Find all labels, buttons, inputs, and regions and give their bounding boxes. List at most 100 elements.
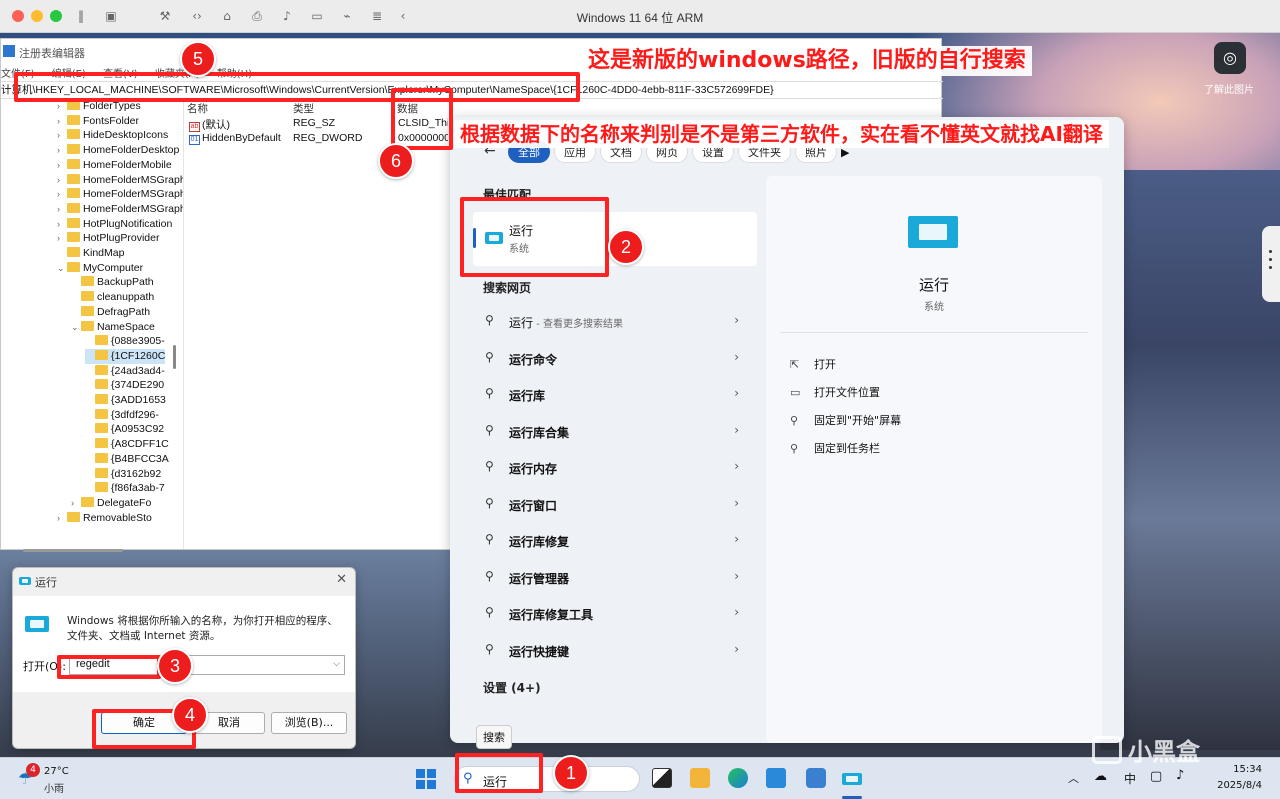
tree-node[interactable]: › HotPlugNotification [57,217,172,232]
chevron-right-icon[interactable]: › [71,496,81,511]
tree-scrollbar[interactable] [173,345,176,369]
tree-node[interactable]: {A0953C92 [85,422,164,437]
chevron-right-icon[interactable]: › [734,605,739,619]
chevron-right-icon[interactable]: › [734,569,739,583]
web-search-item[interactable]: ⚲ 运行 - 查看更多搜索结果 › [473,307,757,337]
web-search-item[interactable]: ⚲ 运行库合集 › [473,417,757,447]
chevron-down-icon[interactable]: ⌄ [57,261,67,276]
chevron-right-icon[interactable]: › [734,386,739,400]
web-search-text: 运行命令 [509,351,557,368]
web-search-item[interactable]: ⚲ 运行内存 › [473,453,757,483]
chevron-right-icon[interactable]: › [57,511,67,526]
web-search-item[interactable]: ⚲ 运行窗口 › [473,490,757,520]
side-handle[interactable] [1262,226,1280,302]
web-search-item[interactable]: ⚲ 运行管理器 › [473,563,757,593]
chevron-right-icon[interactable]: › [57,231,67,246]
meet-icon[interactable]: ▢ [1150,769,1162,784]
weather-temp[interactable]: 27°C [44,766,69,777]
tree-node[interactable]: BackupPath [71,275,154,290]
tree-node[interactable]: {1CF1260C [85,348,166,364]
tree-node-label: HomeFolderMobile [83,158,172,171]
folder-icon [95,438,108,449]
web-search-item[interactable]: ⚲ 运行库修复 › [473,526,757,556]
tree-node[interactable]: › HomeFolderMSGraphShared [57,202,183,217]
action-open-location[interactable]: ▭ 打开文件位置 [790,384,880,400]
tree-node[interactable]: {f86fa3ab-7 [85,481,165,496]
tree-node[interactable]: {A8CDFF1C [85,437,169,452]
task-view-icon[interactable] [652,768,672,788]
tree-node[interactable]: cleanuppath [71,290,154,305]
watermark-logo-icon [1092,736,1122,764]
tree-horizontal-scrollbar[interactable] [23,549,123,552]
chevron-right-icon[interactable]: › [57,114,67,129]
copilot-icon[interactable] [806,768,826,788]
tree-node[interactable]: › HomeFolderMSGraph [57,173,183,188]
weather-condition[interactable]: 小雨 [44,780,64,795]
registry-tree[interactable]: › FolderTypes › FontsFolder › HideDesktopIcon… [1,99,184,549]
chevron-right-icon[interactable]: › [57,173,67,188]
tree-node[interactable]: ⌄ NameSpace [71,320,155,335]
chevron-right-icon[interactable]: › [734,496,739,510]
clock-time[interactable]: 15:34 [1206,764,1262,775]
chevron-right-icon[interactable]: › [57,202,67,217]
tree-node[interactable]: › FontsFolder [57,114,139,129]
tree-node[interactable]: › RemovableSto [57,511,152,526]
chevron-right-icon[interactable]: › [57,187,67,202]
web-search-item[interactable]: ⚲ 运行快捷键 › [473,636,757,666]
tree-node[interactable]: › HomeFolderMobile [57,158,172,173]
tree-node-label: {d3162b92 [111,467,162,480]
network-icon[interactable]: ☁ [1094,769,1107,784]
tree-node[interactable]: {088e3905- [85,334,165,349]
run-taskbar-icon[interactable] [842,773,862,785]
chevron-down-icon[interactable]: ⌵ [333,658,340,669]
store-icon[interactable] [766,768,786,788]
tray-chevron-up-icon[interactable]: ︿ [1068,770,1079,786]
start-icon[interactable] [416,769,436,789]
tree-node[interactable]: KindMap [57,246,124,261]
clock-date[interactable]: 2025/8/4 [1196,780,1262,791]
tree-node[interactable]: {24ad3ad4- [85,364,165,379]
chevron-right-icon[interactable]: › [57,143,67,158]
vm-title: Windows 11 64 位 ARM [576,11,704,25]
query-text: 运行内存 [509,462,558,476]
browse-button[interactable]: 浏览(B)... [271,712,347,734]
chevron-right-icon[interactable]: › [734,642,739,656]
chevron-right-icon[interactable]: › [57,158,67,173]
action-pin-taskbar[interactable]: ⚲ 固定到任务栏 [790,440,880,456]
ime-indicator[interactable]: 中 [1124,770,1136,787]
action-pin-start[interactable]: ⚲ 固定到"开始"屏幕 [790,412,901,428]
chevron-right-icon[interactable]: › [734,313,739,327]
tree-node[interactable]: › HomeFolderDesktop [57,143,179,158]
tree-node[interactable]: ⌄ MyComputer [57,261,143,276]
chevron-right-icon[interactable]: › [57,217,67,232]
close-icon[interactable]: ✕ [336,572,347,587]
chevron-right-icon[interactable]: › [734,350,739,364]
tree-node[interactable]: › HotPlugProvider [57,231,159,246]
tree-node[interactable]: {3ADD1653 [85,393,166,408]
action-open[interactable]: ⇱ 打开 [790,356,836,372]
value-row[interactable]: 01 HiddenByDefault [189,132,281,145]
volume-icon[interactable]: ♪ [1176,768,1184,783]
column-type[interactable]: 类型 [293,101,314,116]
tree-node[interactable]: {d3162b92 [85,467,161,482]
chevron-right-icon[interactable]: › [734,459,739,473]
file-explorer-icon[interactable] [690,768,710,788]
web-search-item[interactable]: ⚲ 运行命令 › [473,344,757,374]
tree-node[interactable]: {B4BFCC3A [85,452,169,467]
web-search-item[interactable]: ⚲ 运行库修复工具 › [473,599,757,629]
value-row[interactable]: ab (默认) [189,117,230,132]
chevron-right-icon[interactable]: › [734,532,739,546]
edge-icon[interactable] [728,768,748,788]
chevron-right-icon[interactable]: › [57,128,67,143]
visual-lookup-icon[interactable]: ◎ [1214,42,1246,74]
chevron-right-icon[interactable]: › [734,423,739,437]
tree-node[interactable]: {374DE290 [85,378,164,393]
tree-node[interactable]: {3dfdf296- [85,408,159,423]
column-name[interactable]: 名称 [187,101,208,116]
web-search-item[interactable]: ⚲ 运行库 › [473,380,757,410]
tree-node[interactable]: DefragPath [71,305,150,320]
chevron-down-icon[interactable]: ⌄ [71,320,81,335]
tree-node[interactable]: › HideDesktopIcons [57,128,168,143]
tree-node[interactable]: › HomeFolderMSGraphFiles [57,187,183,202]
tree-node[interactable]: › DelegateFo [71,496,151,511]
